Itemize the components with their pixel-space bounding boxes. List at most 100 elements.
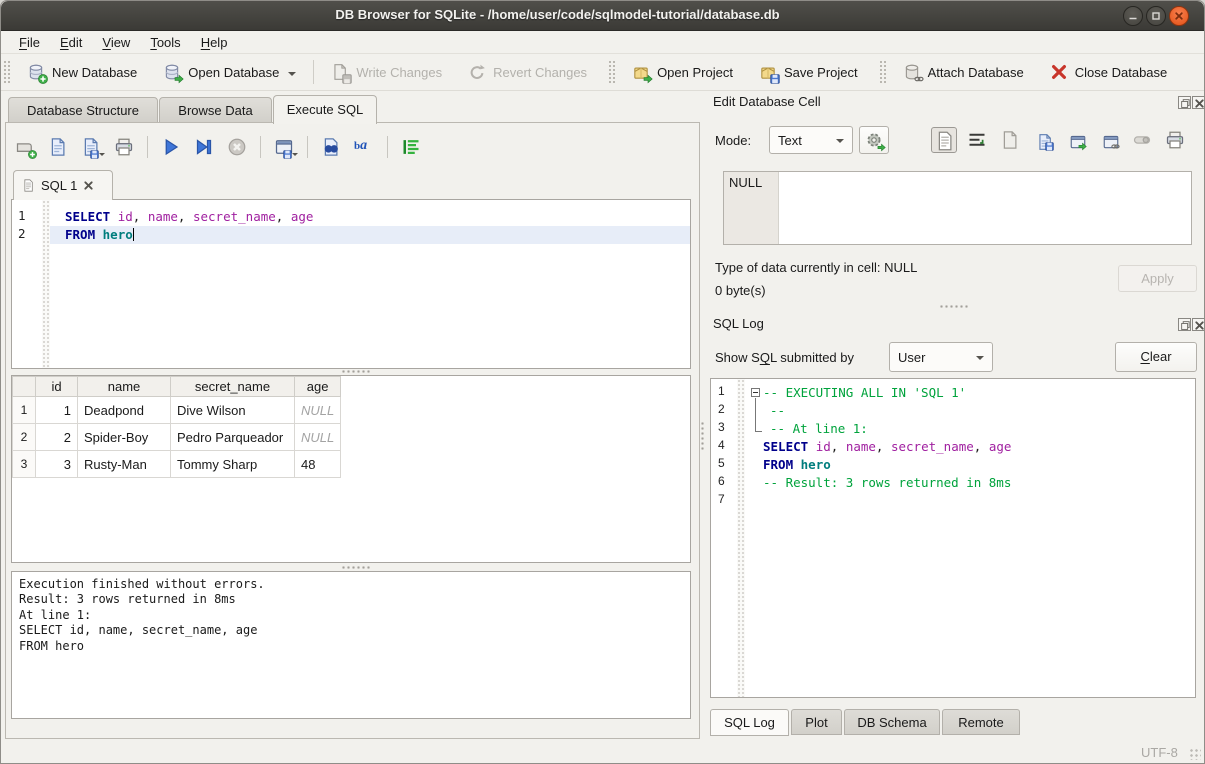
menu-edit[interactable]: Edit xyxy=(50,33,92,52)
window-maximize-button[interactable] xyxy=(1146,6,1166,26)
column-header-age[interactable]: age xyxy=(295,377,341,397)
toolbar-drag-handle[interactable] xyxy=(3,60,12,84)
new-database-button[interactable]: New Database xyxy=(14,57,150,87)
cell-value-editor[interactable]: NULL xyxy=(723,171,1192,245)
export-results-button[interactable] xyxy=(274,137,294,157)
close-tab-icon[interactable] xyxy=(83,180,94,191)
menu-tools[interactable]: Tools xyxy=(140,33,190,52)
column-header-id[interactable]: id xyxy=(36,377,78,397)
execute-current-line-button[interactable] xyxy=(194,137,214,157)
execution-status-box[interactable]: Execution finished without errors. Resul… xyxy=(11,571,691,719)
cell-secret-name[interactable]: Pedro Parqueador xyxy=(171,424,295,451)
open-external-button[interactable] xyxy=(1063,127,1089,153)
format-sql-button[interactable] xyxy=(401,137,421,157)
save-sql-dropdown-icon[interactable] xyxy=(99,153,105,159)
log-line: -- Result: 3 rows returned in 8ms xyxy=(763,474,1195,492)
row-header[interactable]: 3 xyxy=(13,451,36,478)
open-new-tab-button[interactable] xyxy=(15,137,35,157)
sql-editor-tab[interactable]: SQL 1 xyxy=(13,170,113,200)
line-number: 3 xyxy=(711,420,735,434)
auto-detect-button[interactable] xyxy=(859,126,889,154)
resize-grip[interactable] xyxy=(1189,748,1201,760)
print-button[interactable] xyxy=(114,137,134,157)
tab-database-structure[interactable]: Database Structure xyxy=(8,97,158,123)
cell-id[interactable]: 3 xyxy=(36,451,78,478)
menu-view[interactable]: View xyxy=(92,33,140,52)
cell-id[interactable]: 1 xyxy=(36,397,78,424)
line-number: 7 xyxy=(711,492,735,506)
sql-log-view[interactable]: 1 2 3 4 5 6 7 -- EXECUTING ALL IN 'SQL 1… xyxy=(710,378,1196,698)
cell-name[interactable]: Rusty-Man xyxy=(78,451,171,478)
row-header[interactable]: 1 xyxy=(13,397,36,424)
results-grid[interactable]: id name secret_name age 1 1 Deadpond Div… xyxy=(11,375,691,563)
open-database-button[interactable]: Open Database xyxy=(150,57,309,87)
tab-remote[interactable]: Remote xyxy=(942,709,1020,735)
menu-help[interactable]: Help xyxy=(191,33,238,52)
dock-splitter[interactable] xyxy=(939,304,969,309)
cell-secret-name[interactable]: Dive Wilson xyxy=(171,397,295,424)
window-close-button[interactable] xyxy=(1169,6,1189,26)
cell-age[interactable]: 48 xyxy=(295,451,341,478)
column-header-secret-name[interactable]: secret_name xyxy=(171,377,295,397)
line-number: 4 xyxy=(711,438,735,452)
editor-results-splitter[interactable] xyxy=(341,369,371,374)
export-dropdown-icon[interactable] xyxy=(292,153,298,159)
tab-plot[interactable]: Plot xyxy=(791,709,842,735)
open-project-button[interactable]: Open Project xyxy=(619,57,746,87)
cell-secret-name[interactable]: Tommy Sharp xyxy=(171,451,295,478)
close-icon xyxy=(1173,10,1185,22)
text-mode-button[interactable] xyxy=(931,127,957,153)
print-cell-button[interactable] xyxy=(1162,127,1188,153)
copy-link-icon xyxy=(1099,130,1117,148)
tab-db-schema[interactable]: DB Schema xyxy=(844,709,940,735)
cell-name[interactable]: Deadpond xyxy=(78,397,171,424)
mode-select[interactable]: Text xyxy=(769,126,853,154)
window-minimize-button[interactable] xyxy=(1123,6,1143,26)
clear-log-button[interactable]: Clear xyxy=(1115,342,1197,372)
log-filter-select[interactable]: User xyxy=(889,342,993,372)
cell-id[interactable]: 2 xyxy=(36,424,78,451)
open-database-dropdown-icon[interactable] xyxy=(288,72,296,80)
attach-database-button[interactable]: Attach Database xyxy=(890,57,1037,87)
chevron-down-icon xyxy=(836,139,844,147)
tab-browse-data[interactable]: Browse Data xyxy=(159,97,272,123)
log-filter-label: Show SQL submitted by xyxy=(715,350,854,365)
execute-all-button[interactable] xyxy=(161,137,181,157)
toolbar-drag-handle[interactable] xyxy=(879,60,888,84)
table-row[interactable]: 3 3 Rusty-Man Tommy Sharp 48 xyxy=(13,451,341,478)
export-data-button[interactable] xyxy=(1030,127,1056,153)
cell-age[interactable]: NULL xyxy=(295,397,341,424)
column-header-name[interactable]: name xyxy=(78,377,171,397)
toolbar-drag-handle[interactable] xyxy=(608,60,617,84)
copy-link-button[interactable] xyxy=(1096,127,1122,153)
save-sql-file-button[interactable] xyxy=(81,137,101,157)
table-row[interactable]: 2 2 Spider-Boy Pedro Parqueador NULL xyxy=(13,424,341,451)
open-sql-file-button[interactable] xyxy=(48,137,68,157)
float-panel-button[interactable] xyxy=(1178,318,1191,331)
close-panel-button[interactable] xyxy=(1192,318,1205,331)
corner-header[interactable] xyxy=(13,377,36,397)
save-project-button[interactable]: Save Project xyxy=(746,57,871,87)
cell-age[interactable]: NULL xyxy=(295,424,341,451)
word-wrap-button[interactable] xyxy=(964,127,990,153)
tab-sql-log[interactable]: SQL Log xyxy=(710,709,789,736)
menu-file[interactable]: File xyxy=(9,33,50,52)
results-message-splitter[interactable] xyxy=(341,565,371,570)
titlebar[interactable]: DB Browser for SQLite - /home/user/code/… xyxy=(1,1,1204,31)
sql-editor[interactable]: 1 2 SELECT id, name, secret_name, age FR… xyxy=(11,199,691,369)
row-header[interactable]: 2 xyxy=(13,424,36,451)
find-button[interactable] xyxy=(321,137,341,157)
text-document-icon xyxy=(935,131,955,151)
find-replace-button[interactable]: ba xyxy=(354,137,374,157)
line-number: 5 xyxy=(711,456,735,470)
fold-marker-icon[interactable] xyxy=(751,388,760,397)
close-database-button[interactable]: Close Database xyxy=(1037,57,1181,87)
table-row[interactable]: 1 1 Deadpond Dive Wilson NULL xyxy=(13,397,341,424)
cell-name[interactable]: Spider-Boy xyxy=(78,424,171,451)
panel-splitter[interactable] xyxy=(700,421,705,451)
close-database-icon xyxy=(1050,63,1068,81)
close-panel-button[interactable] xyxy=(1192,96,1205,109)
import-file-icon xyxy=(1000,130,1020,150)
tab-execute-sql[interactable]: Execute SQL xyxy=(273,95,377,124)
float-panel-button[interactable] xyxy=(1178,96,1191,109)
